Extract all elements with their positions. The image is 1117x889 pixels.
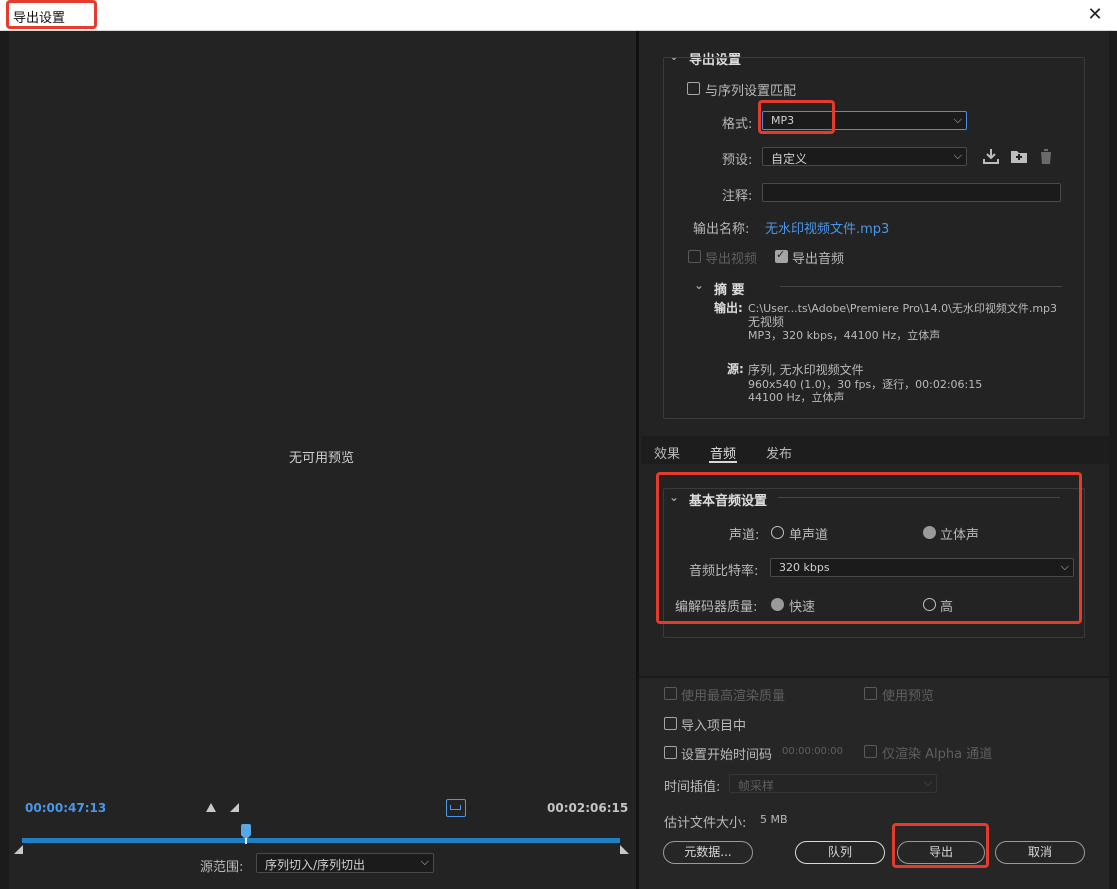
mark-out-icon[interactable]	[230, 803, 239, 812]
range-in-handle[interactable]	[14, 845, 23, 854]
set-start-tc-label: 设置开始时间码	[681, 748, 773, 763]
mono-label: 单声道	[789, 528, 829, 543]
import-project-checkbox[interactable]	[664, 717, 677, 730]
bitrate-label: 音频比特率:	[689, 564, 759, 579]
left-edge-strip	[0, 31, 9, 889]
time-interp-value: 帧采样	[738, 779, 775, 793]
playhead-line	[245, 838, 247, 844]
export-audio-checkbox[interactable]	[775, 248, 788, 263]
duration-time: 00:02:06:15	[547, 801, 629, 815]
start-tc-value[interactable]: 00:00:00:00	[782, 746, 843, 757]
set-start-tc-checkbox[interactable]	[664, 746, 677, 759]
timeline-track[interactable]	[22, 838, 620, 843]
match-sequence-checkbox[interactable]	[687, 82, 700, 95]
preset-select[interactable]: 自定义 ⌵	[762, 147, 967, 166]
quality-fast-radio[interactable]	[771, 598, 784, 611]
current-time[interactable]: 00:00:47:13	[25, 801, 106, 815]
format-value: MP3	[771, 114, 795, 127]
tab-effects[interactable]: 效果	[654, 443, 680, 462]
output-name-link[interactable]: 无水印视频文件.mp3	[765, 218, 889, 237]
chevron-down-icon: ⌵	[1060, 560, 1069, 573]
summary-rule	[780, 286, 1062, 287]
summary-source-label: 源:	[727, 362, 744, 376]
no-preview-text: 无可用预览	[289, 451, 355, 466]
export-button[interactable]: 导出	[897, 841, 985, 864]
export-video-label: 导出视频	[705, 252, 758, 267]
playhead-icon[interactable]	[241, 824, 251, 835]
source-range-label: 源范围:	[200, 860, 244, 875]
chevron-down-icon: ⌵	[923, 776, 932, 789]
import-project-label: 导入项目中	[681, 719, 747, 734]
preset-value: 自定义	[771, 152, 808, 166]
right-edge-strip	[1109, 31, 1117, 889]
export-audio-label: 导出音频	[792, 252, 845, 267]
mark-in-icon[interactable]	[206, 803, 216, 812]
source-range-value: 序列切入/序列切出	[265, 858, 366, 872]
format-select[interactable]: MP3 ⌵	[762, 111, 967, 130]
use-previews-label: 使用预览	[882, 689, 935, 704]
match-sequence-label: 与序列设置匹配	[705, 84, 797, 99]
comments-label: 注释:	[722, 189, 753, 204]
max-render-label: 使用最高渲染质量	[681, 689, 786, 704]
quality-high-label: 高	[940, 600, 954, 615]
channels-label: 声道:	[729, 528, 760, 543]
summary-output-line3: MP3，320 kbps，44100 Hz，立体声	[748, 329, 941, 342]
time-interp-select[interactable]: 帧采样 ⌵	[729, 774, 937, 793]
est-size-label: 估计文件大小:	[664, 816, 747, 831]
render-alpha-checkbox[interactable]	[864, 745, 877, 758]
bitrate-value: 320 kbps	[779, 561, 830, 574]
fit-frame-icon[interactable]	[446, 799, 466, 817]
tab-audio-label: 音频	[710, 447, 737, 462]
stereo-radio[interactable]	[923, 526, 936, 539]
audio-header-rule	[778, 497, 1060, 498]
render-alpha-label: 仅渲染 Alpha 通道	[882, 747, 993, 762]
cancel-button[interactable]: 取消	[995, 841, 1085, 864]
collapse-audio-icon[interactable]: ⌄	[669, 490, 679, 504]
tab-audio[interactable]: 音频	[710, 443, 736, 462]
preset-label: 预设:	[722, 153, 753, 168]
save-preset-icon[interactable]	[982, 147, 1000, 165]
mono-radio[interactable]	[771, 526, 784, 539]
est-size-value: 5 MB	[760, 813, 788, 826]
output-name-label: 输出名称:	[693, 222, 750, 237]
title-bar	[0, 0, 1117, 31]
chevron-down-icon: ⌵	[420, 855, 429, 868]
dialog-title: 导出设置	[13, 11, 66, 26]
export-video-checkbox[interactable]	[688, 250, 701, 263]
quality-fast-label: 快速	[789, 600, 816, 615]
time-interp-label: 时间插值:	[664, 780, 721, 795]
metadata-button[interactable]: 元数据...	[663, 841, 753, 864]
bitrate-select[interactable]: 320 kbps ⌵	[770, 558, 1074, 577]
quality-high-radio[interactable]	[923, 598, 936, 611]
chevron-down-icon: ⌵	[953, 113, 962, 126]
comments-input[interactable]	[762, 183, 1061, 202]
codec-quality-label: 编解码器质量:	[675, 600, 758, 615]
tab-active-underline	[709, 461, 737, 463]
tab-publish[interactable]: 发布	[766, 443, 792, 462]
chevron-down-icon: ⌵	[953, 149, 962, 162]
range-out-handle[interactable]	[620, 845, 629, 854]
summary-output-label: 输出:	[714, 301, 743, 315]
audio-settings-header: 基本音频设置	[689, 494, 768, 509]
close-icon[interactable]: ✕	[1083, 3, 1107, 27]
source-range-select[interactable]: 序列切入/序列切出 ⌵	[256, 853, 434, 873]
summary-header: 摘 要	[714, 283, 745, 298]
import-preset-icon[interactable]	[1009, 147, 1029, 165]
queue-button[interactable]: 队列	[795, 841, 885, 864]
max-render-checkbox[interactable]	[664, 687, 677, 700]
format-label: 格式:	[722, 117, 753, 132]
delete-preset-icon[interactable]	[1038, 147, 1054, 165]
collapse-summary-icon[interactable]: ⌄	[694, 278, 704, 292]
summary-output-line1: C:\User...ts\Adobe\Premiere Pro\14.0\无水印…	[748, 302, 1058, 315]
use-previews-checkbox[interactable]	[864, 687, 877, 700]
summary-source-line3: 44100 Hz，立体声	[748, 391, 845, 404]
stereo-label: 立体声	[940, 528, 980, 543]
